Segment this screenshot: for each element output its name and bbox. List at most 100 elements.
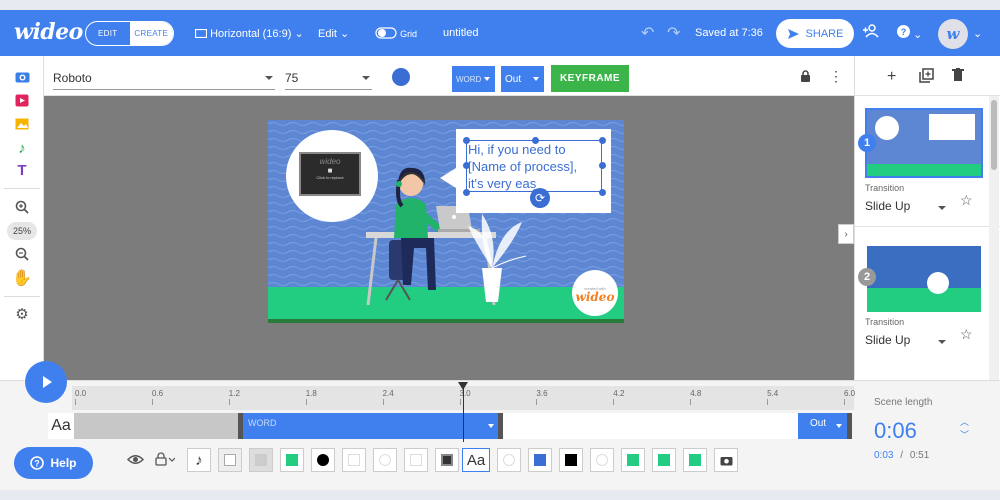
layer-black-rectangle[interactable] (559, 448, 583, 472)
grid-toggle[interactable]: Grid (375, 27, 417, 40)
scene-length-value[interactable]: 0:06 (874, 418, 917, 444)
chevron-down-icon[interactable]: ﹀ (960, 429, 969, 442)
chevron-down-icon[interactable] (836, 424, 842, 428)
more-options-icon[interactable]: ⋮ (829, 68, 843, 85)
chevron-up-icon[interactable]: ︿ (960, 416, 969, 429)
layer-white-circle[interactable] (497, 448, 521, 472)
edit-menu-label: Edit (318, 28, 337, 40)
format-label: Horizontal (16:9) (210, 28, 292, 40)
track-handle[interactable] (498, 413, 503, 439)
layer-green-rectangle[interactable] (652, 448, 676, 472)
layer-locked-item[interactable] (218, 448, 242, 472)
transition-value[interactable]: Slide Up (865, 333, 910, 347)
track-handle[interactable] (847, 413, 852, 439)
layer-white-circle[interactable] (590, 448, 614, 472)
image-icon[interactable] (12, 114, 32, 134)
playhead[interactable] (463, 382, 464, 442)
transition-value[interactable]: Slide Up (865, 199, 910, 213)
chevron-down-icon[interactable]: ⌄ (973, 27, 982, 40)
font-size-select[interactable]: 75 (285, 66, 372, 90)
scenes-scrollbar-thumb[interactable] (991, 100, 997, 170)
out-animation-select[interactable]: Out (501, 66, 544, 92)
keyframe-button[interactable]: KEYFRAME (551, 65, 629, 92)
duplicate-scene-icon[interactable] (919, 68, 934, 88)
layer-white-rectangle[interactable] (342, 448, 366, 472)
square-icon (286, 454, 298, 466)
layer-photo[interactable] (435, 448, 459, 472)
music-icon[interactable]: ♪ (12, 138, 32, 158)
help-button[interactable]: ? Help (14, 447, 93, 479)
zoom-out-icon[interactable] (12, 244, 32, 264)
layer-music[interactable]: ♪ (187, 448, 211, 472)
visibility-eye-icon[interactable] (126, 452, 145, 468)
out-animation-label: Out (505, 73, 522, 85)
track-out-animation[interactable]: Out (798, 413, 852, 439)
lock-icon[interactable] (800, 70, 811, 86)
hand-pan-icon[interactable]: ✋ (12, 268, 32, 288)
text-icon[interactable]: T (12, 160, 32, 180)
share-button[interactable]: SHARE (776, 19, 854, 48)
layer-text-active[interactable]: Aa (462, 448, 490, 472)
edit-menu[interactable]: Edit ⌄ (318, 27, 349, 40)
track-handle[interactable] (238, 413, 243, 439)
track-delay-segment[interactable] (74, 413, 240, 439)
scene-floor (867, 164, 981, 176)
layer-locked-item[interactable] (249, 448, 273, 472)
star-icon[interactable]: ☆ (960, 326, 973, 343)
collapse-panel-icon[interactable]: › (838, 224, 854, 244)
layer-white-circle[interactable] (373, 448, 397, 472)
ruler-tick-mark (151, 399, 153, 405)
play-icon (43, 376, 52, 388)
layer-blue-rectangle[interactable] (528, 448, 552, 472)
layer-camera[interactable] (714, 448, 738, 472)
square-icon (255, 454, 267, 466)
text-layer-label: Aa (48, 413, 74, 439)
layer-black-circle[interactable] (311, 448, 335, 472)
settings-gear-icon[interactable]: ⚙ (12, 304, 32, 324)
scene-time-readout: 0:03 / 0:51 (874, 450, 929, 461)
app-logo[interactable]: wideo (14, 19, 83, 45)
lock-layer-icon[interactable] (155, 452, 176, 469)
undo-icon[interactable]: ↶ (641, 23, 654, 43)
chevron-down-icon[interactable] (938, 206, 946, 210)
divider (855, 226, 1000, 227)
ruler-tick-mark (459, 399, 461, 405)
project-name[interactable]: untitled (443, 27, 478, 39)
layer-green-rectangle[interactable] (621, 448, 645, 472)
add-scene-icon[interactable]: + (887, 68, 896, 86)
text-color-swatch[interactable] (392, 68, 410, 86)
layer-white-rectangle[interactable] (404, 448, 428, 472)
in-animation-select[interactable]: WORD (452, 66, 495, 92)
avatar[interactable]: w (938, 19, 968, 49)
add-user-icon[interactable] (862, 24, 880, 42)
scene-thumbnail-2[interactable] (867, 246, 981, 312)
video-icon[interactable] (12, 90, 32, 110)
play-button[interactable] (25, 361, 67, 403)
delete-scene-icon[interactable] (952, 68, 964, 87)
scene-thumbnail-1[interactable] (865, 108, 983, 178)
ruler-tick-mark (767, 399, 769, 405)
chevron-down-icon[interactable] (938, 340, 946, 344)
rotate-handle-icon[interactable]: ⟳ (530, 188, 550, 208)
ruler-tick-mark (690, 399, 692, 405)
chevron-down-icon[interactable] (488, 424, 494, 428)
scene-length-stepper[interactable]: ︿ ﹀ (960, 416, 969, 442)
help-menu[interactable]: ? ⌄ (897, 25, 922, 41)
mode-switch[interactable]: EDIT CREATE (85, 21, 174, 46)
camera-icon[interactable] (12, 66, 32, 86)
zoom-in-icon[interactable] (12, 197, 32, 217)
layer-green-rectangle[interactable] (280, 448, 304, 472)
redo-icon[interactable]: ↷ (667, 23, 680, 43)
ruler-tick-label: 3.6 (536, 389, 548, 398)
mode-create-button[interactable]: CREATE (129, 22, 173, 45)
playhead-marker[interactable] (458, 382, 468, 390)
saved-status: Saved at 7:36 (695, 27, 763, 39)
scene-length-label: Scene length (874, 397, 933, 408)
star-icon[interactable]: ☆ (960, 192, 973, 209)
help-circle-icon: ? (30, 456, 45, 470)
font-family-select[interactable]: Roboto (53, 66, 275, 90)
format-selector[interactable]: Horizontal (16:9) ⌄ (194, 27, 304, 40)
layer-green-rectangle[interactable] (683, 448, 707, 472)
track-hold-segment[interactable] (502, 413, 798, 439)
mode-edit-button[interactable]: EDIT (86, 22, 130, 45)
